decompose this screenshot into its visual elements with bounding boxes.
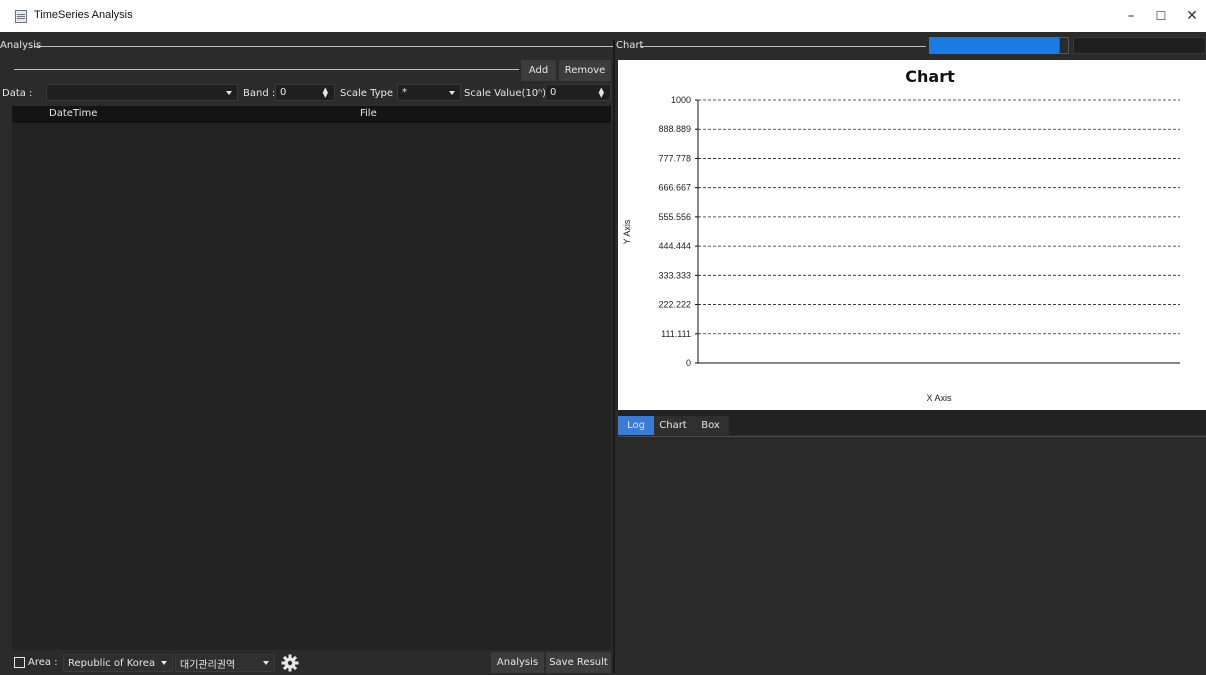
y-tick-label: 111.111	[661, 329, 691, 339]
chevron-down-icon	[263, 661, 269, 665]
country-combobox[interactable]: Republic of Korea	[63, 654, 173, 672]
save-result-button[interactable]: Save Result	[546, 652, 611, 673]
gear-icon[interactable]	[281, 654, 299, 672]
scale-type-label: Scale Type :	[340, 88, 400, 99]
remove-button[interactable]: Remove	[559, 60, 611, 81]
region-combobox[interactable]: 대기관리권역	[175, 654, 275, 672]
y-tick-label: 333.333	[658, 270, 691, 280]
tab-box[interactable]: Box	[692, 416, 729, 435]
analysis-toolbar-line	[14, 69, 519, 70]
minimize-button[interactable]: –	[1115, 4, 1147, 28]
scale-value-label: Scale Value(10ⁿ) :	[464, 88, 553, 99]
scale-value-value: 0	[550, 87, 557, 98]
scale-type-combobox[interactable]: *	[397, 84, 461, 101]
chart-title: Chart	[905, 67, 955, 86]
window-title: TimeSeries Analysis	[34, 9, 133, 21]
country-value: Republic of Korea	[68, 657, 156, 669]
chart-svg: Chart Y Axis X Axis 1000 888.889 777.778 66…	[622, 67, 1180, 403]
y-tick-label: 444.444	[658, 241, 691, 251]
y-tick-label: 1000	[671, 95, 691, 105]
y-tick-label: 555.556	[658, 212, 691, 222]
title-bar: TimeSeries Analysis – ☐ ✕	[0, 0, 1206, 32]
chart-series-selector[interactable]	[929, 37, 1069, 54]
y-tick-label: 666.667	[658, 183, 691, 193]
data-label: Data :	[2, 88, 33, 99]
area-checkbox[interactable]	[14, 657, 25, 668]
table-header: DateTime File	[12, 106, 611, 123]
band-label: Band :	[243, 88, 276, 99]
y-tick-label: 0	[686, 358, 691, 368]
scale-value-spinbox[interactable]: 0 ▲ ▼	[545, 84, 611, 101]
tab-log[interactable]: Log	[618, 416, 654, 435]
y-tick-label: 222.222	[658, 300, 691, 310]
log-output[interactable]	[618, 436, 1206, 674]
y-axis-label: Y Axis	[622, 219, 632, 244]
chart-selector-dropdown[interactable]	[1059, 37, 1069, 54]
chevron-down-icon	[161, 661, 167, 665]
chart-second-selector[interactable]	[1073, 37, 1206, 54]
area-label: Area :	[28, 657, 58, 668]
band-value: 0	[280, 87, 287, 98]
spin-arrows-icon[interactable]: ▲ ▼	[599, 87, 604, 99]
tab-chart[interactable]: Chart	[654, 416, 692, 435]
column-header-datetime[interactable]: DateTime	[49, 108, 97, 119]
band-spinbox[interactable]: 0 ▲ ▼	[275, 84, 335, 101]
splitter[interactable]	[613, 40, 615, 673]
region-value: 대기관리권역	[180, 659, 236, 671]
chart-area[interactable]: Chart Y Axis X Axis 1000 888.889 777.778 66…	[618, 60, 1206, 410]
y-tick-label: 888.889	[658, 124, 691, 134]
close-button[interactable]: ✕	[1176, 4, 1206, 28]
file-table-body[interactable]	[12, 123, 611, 650]
app-icon	[15, 10, 27, 23]
analysis-group-line	[34, 46, 614, 47]
y-tick-label: 777.778	[658, 153, 691, 163]
add-button[interactable]: Add	[521, 60, 556, 81]
analysis-button[interactable]: Analysis	[491, 652, 544, 673]
chevron-down-icon	[449, 91, 455, 95]
x-axis-label: X Axis	[926, 393, 952, 403]
chart-group-line	[640, 46, 926, 47]
chevron-down-icon	[226, 91, 232, 95]
maximize-button[interactable]: ☐	[1145, 4, 1177, 28]
scale-type-value: *	[402, 87, 407, 98]
column-header-file[interactable]: File	[360, 108, 377, 119]
data-combobox[interactable]	[46, 84, 238, 101]
spin-arrows-icon[interactable]: ▲ ▼	[323, 87, 328, 99]
